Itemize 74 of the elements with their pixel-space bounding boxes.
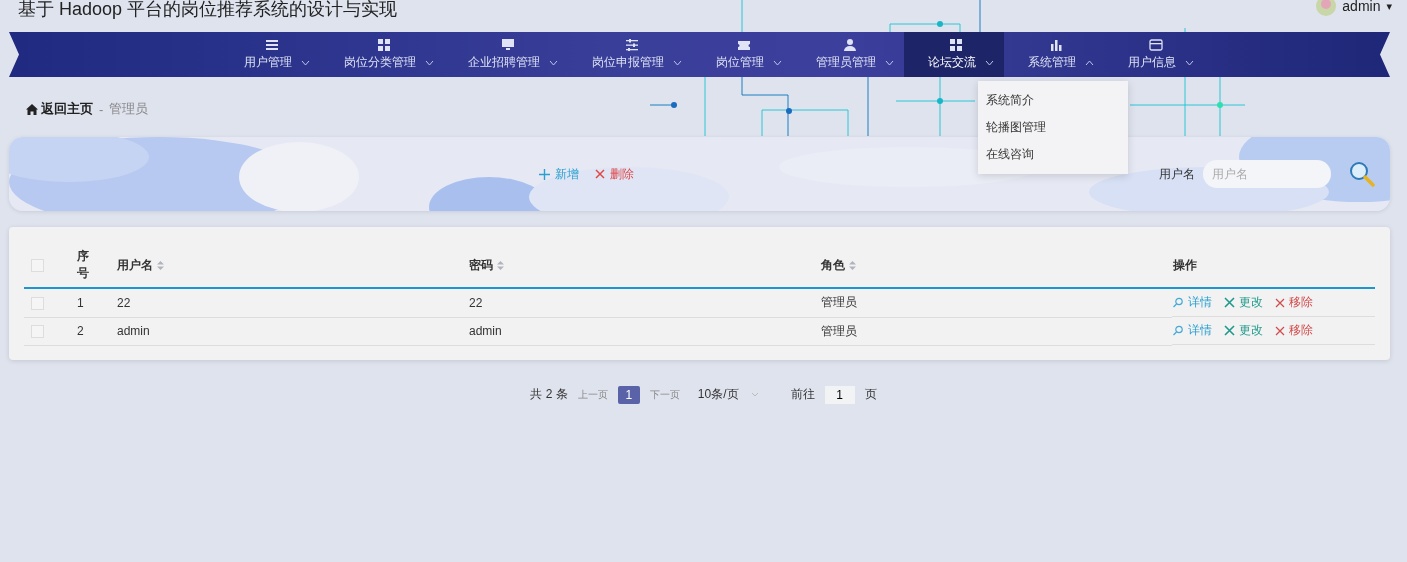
column-header: 操作 <box>1173 256 1197 274</box>
sort-icon <box>849 260 856 270</box>
table-cell: 管理员 <box>821 323 857 338</box>
menu-item[interactable]: 系统简介 <box>978 87 1128 114</box>
nav-item[interactable]: 论坛交流 <box>904 32 1004 77</box>
monitor-icon <box>501 38 515 51</box>
caret-down-icon <box>1185 60 1194 66</box>
close-icon <box>1275 325 1285 336</box>
search-field[interactable]: 用户名 <box>1203 160 1331 188</box>
grid-icon <box>949 38 963 51</box>
nav-item[interactable]: 用户管理 <box>220 32 320 77</box>
column-header[interactable]: 角色 <box>821 256 856 274</box>
home-link[interactable]: 返回主页 <box>41 100 93 118</box>
magnifier-icon <box>1173 297 1184 308</box>
nav-item[interactable]: 岗位申报管理 <box>568 32 692 77</box>
total-count: 共 2 条 <box>530 386 568 403</box>
caret-down-icon <box>549 60 558 66</box>
caret-down-icon <box>425 60 434 66</box>
search-label: 用户名 <box>1159 165 1195 183</box>
card-icon <box>1149 38 1163 51</box>
magnifier-icon <box>1173 325 1184 336</box>
goto-label: 前往 <box>790 386 815 403</box>
page-input[interactable]: 1 <box>824 385 855 404</box>
table-cell: 2 <box>77 324 84 338</box>
column-header[interactable]: 密码 <box>469 256 504 274</box>
nav-item[interactable]: 管理员管理 <box>792 32 904 77</box>
close-icon <box>595 169 605 179</box>
home-icon <box>26 103 38 115</box>
table-cell: 1 <box>77 295 84 310</box>
table-cell: 22 <box>117 295 131 310</box>
table-cell: admin <box>469 324 502 338</box>
table-cell: 管理员 <box>821 295 857 310</box>
row-checkbox[interactable] <box>31 325 44 339</box>
nav-item[interactable]: 用户信息 <box>1104 32 1204 77</box>
column-header: 序号 <box>77 248 89 282</box>
caret-down-icon <box>301 60 310 66</box>
page-unit-label: 页 <box>864 386 877 403</box>
search-icon[interactable] <box>1349 161 1375 187</box>
close-icon <box>1275 297 1285 308</box>
caret-down-icon <box>773 60 782 66</box>
caret-down-icon <box>673 60 682 66</box>
menu-item[interactable]: 在线咨询 <box>978 141 1128 168</box>
person-icon <box>843 38 857 51</box>
nav-item[interactable]: 岗位分类管理 <box>320 32 444 77</box>
nav-item[interactable]: 系统管理 <box>1004 32 1104 77</box>
table-cell: 22 <box>469 295 483 310</box>
menu-item[interactable]: 轮播图管理 <box>978 114 1128 141</box>
caret-down-icon <box>750 392 759 397</box>
list-icon <box>265 38 279 51</box>
ticket-icon <box>737 38 751 51</box>
select-all-checkbox[interactable] <box>31 259 44 273</box>
page-size-select[interactable]: 10条/页 <box>697 386 759 403</box>
chart-icon <box>1049 38 1063 51</box>
column-header[interactable]: 用户名 <box>117 256 164 274</box>
breadcrumb-current: 管理员 <box>109 100 149 118</box>
sliders-icon <box>625 38 639 51</box>
site-title: 基于 Hadoop 平台的岗位推荐系统的设计与实现 <box>18 0 398 18</box>
remove-link[interactable]: 移除 <box>1275 294 1313 311</box>
breadcrumb-separator: - <box>99 101 104 117</box>
user-menu[interactable]: admin ▾ <box>1316 0 1392 16</box>
plus-icon <box>539 168 550 180</box>
caret-up-icon <box>1085 60 1094 66</box>
row-checkbox[interactable] <box>31 296 44 310</box>
caret-down-icon <box>985 60 994 66</box>
grid-icon <box>377 38 391 51</box>
sort-icon <box>157 260 164 270</box>
caret-down-icon <box>885 60 894 66</box>
remove-link[interactable]: 移除 <box>1275 322 1313 339</box>
page-number[interactable]: 1 <box>617 385 640 404</box>
nav-item[interactable]: 企业招聘管理 <box>444 32 568 77</box>
avatar-icon <box>1316 0 1337 16</box>
table-cell: admin <box>117 324 150 338</box>
sort-icon <box>497 260 504 270</box>
nav-item[interactable]: 岗位管理 <box>692 32 792 77</box>
